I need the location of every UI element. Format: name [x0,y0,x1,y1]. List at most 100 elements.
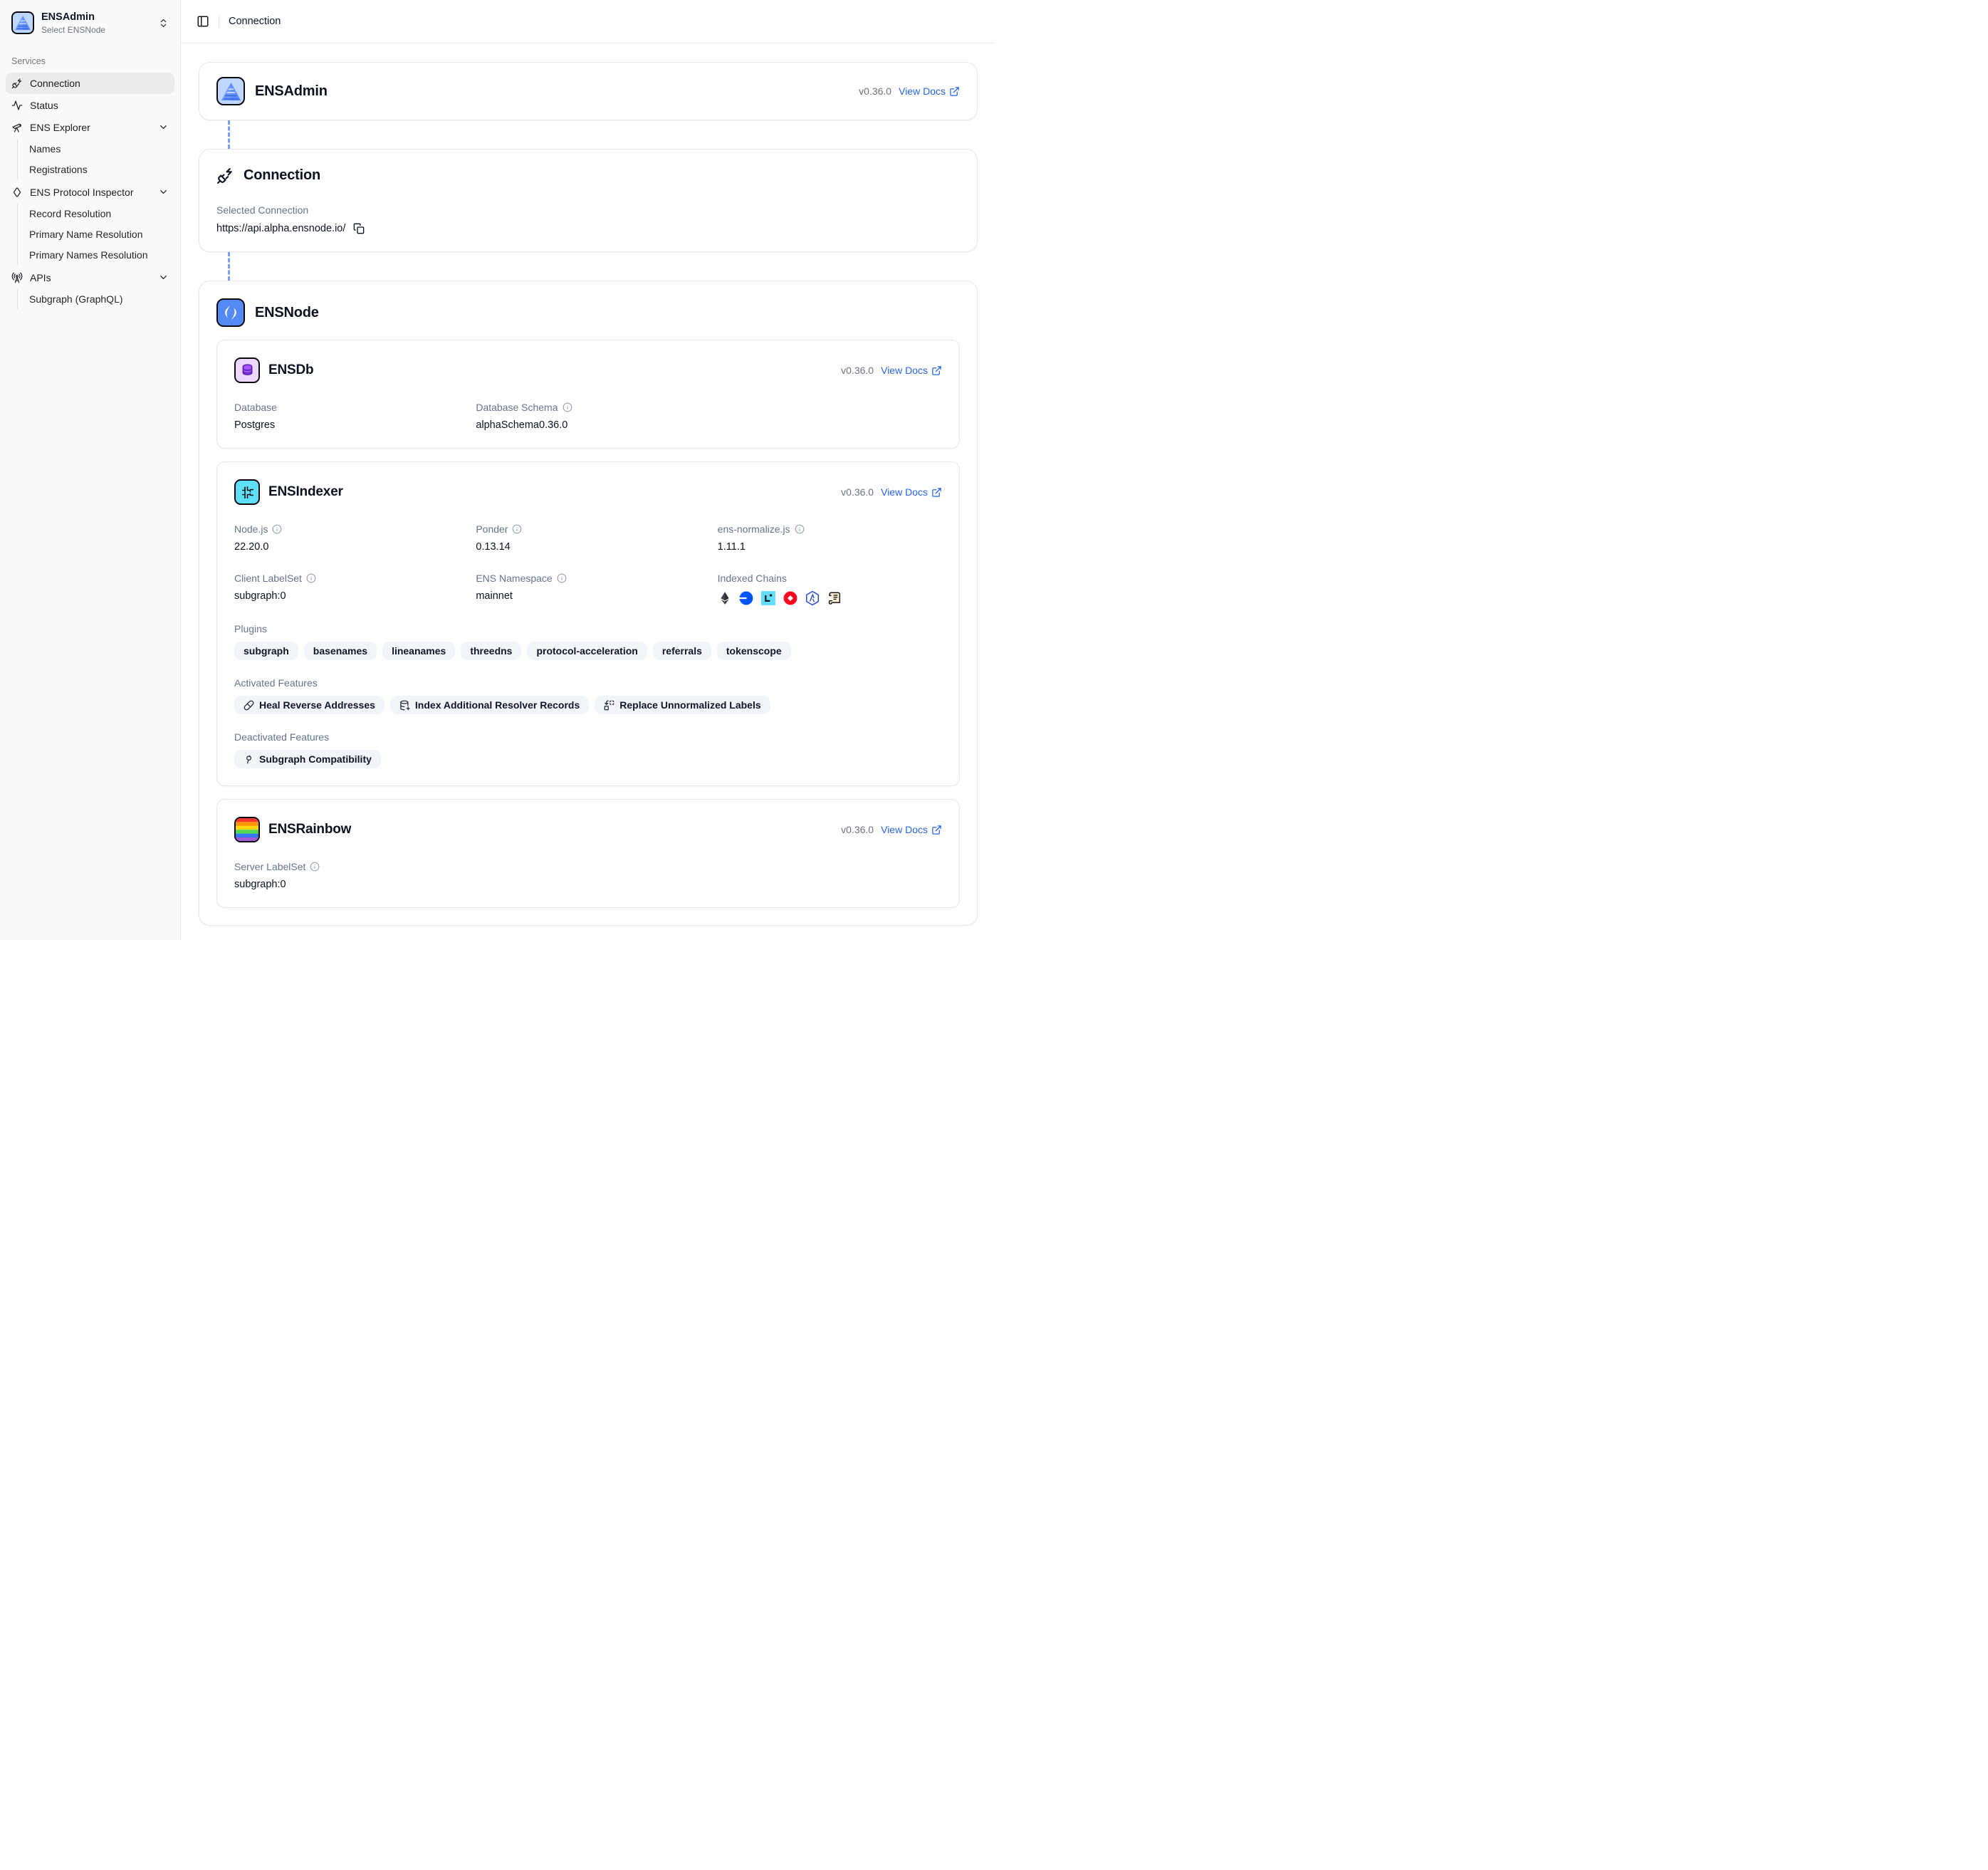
view-docs-label: View Docs [881,365,928,376]
sidebar-item-status[interactable]: Status [6,95,174,116]
activated-feature-chips: Heal Reverse AddressesIndex Additional R… [234,696,942,714]
ensdb-card: ENSDb v0.36.0 View Docs DatabasePostgres… [216,340,960,449]
chip-label: referrals [662,645,702,657]
ensdb-view-docs-link[interactable]: View Docs [881,365,942,376]
app-subtitle: Select ENSNode [41,25,105,35]
field-label: Database Schema [476,402,558,413]
ensadmin-card-title: ENSAdmin [255,83,328,100]
ensindexer-view-docs-link[interactable]: View Docs [881,486,942,498]
topbar: Connection [181,0,994,43]
ensrainbow-fields: Server LabelSetsubgraph:0 [234,861,942,890]
ensnode-selector[interactable]: ENSAdmin Select ENSNode [6,7,174,39]
info-icon[interactable] [795,524,805,534]
ensadmin-view-docs-link[interactable]: View Docs [899,85,960,97]
info-icon[interactable] [563,402,572,412]
connection-url: https://api.alpha.ensnode.io/ [216,223,345,234]
ensnode-card-title: ENSNode [255,305,319,321]
connection-card-title: Connection [244,167,320,184]
sidebar-subitem-record-resolution[interactable]: Record Resolution [18,204,174,224]
ensdb-version: v0.36.0 [841,365,874,376]
ensindexer-version: v0.36.0 [841,486,874,498]
sidebar-subitem-registrations[interactable]: Registrations [18,160,174,179]
sidebar-item-ens-explorer[interactable]: ENS Explorer [6,117,174,138]
sidebar-item-label: Status [30,100,58,111]
ensadmin-version: v0.36.0 [859,85,891,97]
ethereum-chain-icon [718,590,732,606]
field-label: Server LabelSet [234,861,305,872]
ensdb-fields: DatabasePostgresDatabase SchemaalphaSche… [234,402,942,431]
chevron-down-icon [158,122,169,132]
sidebar-item-label: APIs [30,272,51,283]
field-value: alphaSchema0.36.0 [476,419,700,431]
field-value: subgraph:0 [234,590,459,602]
activated-features-label: Activated Features [234,677,942,689]
app-title: ENSAdmin [41,11,105,23]
sidebar-item-label: Connection [30,78,80,89]
info-icon[interactable] [306,573,316,583]
sidebar-subitem-names[interactable]: Names [18,139,174,159]
dashed-connector-line [228,120,230,149]
external-link-icon [949,86,960,97]
sidebar-item-ens-protocol-inspector[interactable]: ENS Protocol Inspector [6,182,174,203]
external-link-icon [931,487,942,498]
view-docs-label: View Docs [881,486,928,498]
ensrainbow-card-title: ENSRainbow [268,822,351,837]
field-ponder: Ponder0.13.14 [476,523,700,553]
selected-connection-label: Selected Connection [216,204,960,216]
radio-tower-icon [11,272,23,283]
sidebar-subgroup-ens-explorer: NamesRegistrations [17,139,174,179]
field-client-labelset: Client LabelSet subgraph:0 [234,573,459,606]
app-identity: ENSAdmin Select ENSNode [41,11,105,35]
dashed-connector-line [228,252,230,281]
graph-node-icon [244,754,254,765]
sidebar: ENSAdmin Select ENSNode Services Connect… [0,0,181,940]
field-value: 0.13.14 [476,541,700,553]
chip-label: lineanames [392,645,446,657]
sidebar-item-label: ENS Protocol Inspector [30,187,134,198]
sidebar-item-apis[interactable]: APIs [6,267,174,288]
field-server-labelset: Server LabelSetsubgraph:0 [234,861,459,890]
deactivated-feature-chips: Subgraph Compatibility [234,750,942,768]
deactivated-feature-chip-subgraph-compatibility: Subgraph Compatibility [234,750,381,768]
chevron-down-icon [158,272,169,283]
plugin-chips: subgraphbasenameslineanamesthreednsproto… [234,642,942,660]
ens-mark-icon [11,187,23,198]
external-link-icon [931,365,942,376]
sidebar-item-label: ENS Explorer [30,122,90,133]
sidebar-subitem-primary-names-resolution[interactable]: Primary Names Resolution [18,245,174,265]
field-value: 1.11.1 [718,541,942,553]
plugin-chip-referrals: referrals [653,642,711,660]
sidebar-subitem-subgraph-graphql[interactable]: Subgraph (GraphQL) [18,289,174,309]
chip-label: tokenscope [726,645,782,657]
ensrainbow-logo-icon [234,817,260,842]
sidebar-subitem-primary-name-resolution[interactable]: Primary Name Resolution [18,224,174,244]
content: ENSAdmin v0.36.0 View Docs Conne [181,43,994,940]
info-icon[interactable] [512,524,522,534]
ensrainbow-view-docs-link[interactable]: View Docs [881,824,942,835]
copy-icon[interactable] [353,223,365,234]
pill-icon [244,700,254,711]
activated-feature-chip-index-additional-resolver-records: Index Additional Resolver Records [390,696,589,714]
ensindexer-card-title: ENSIndexer [268,484,343,500]
view-docs-label: View Docs [899,85,946,97]
ensdb-logo-icon [234,357,260,383]
ensadmin-card-logo-icon [216,77,245,105]
plugin-chip-lineanames: lineanames [382,642,455,660]
plugin-chip-protocol-acceleration: protocol-acceleration [527,642,647,660]
ensadmin-card: ENSAdmin v0.36.0 View Docs [199,62,978,120]
sidebar-subgroup-apis: Subgraph (GraphQL) [17,289,174,309]
info-icon[interactable] [557,573,567,583]
plugin-chip-threedns: threedns [461,642,521,660]
app-root: ENSAdmin Select ENSNode Services Connect… [0,0,994,940]
sidebar-toggle-button[interactable] [197,15,209,28]
info-icon[interactable] [310,862,320,872]
main-area: Connection ENSAdm [181,0,994,940]
field-ens-namespace: ENS Namespacemainnet [476,573,700,606]
field-label: Client LabelSet [234,573,302,584]
info-icon[interactable] [272,524,282,534]
plugins-label: Plugins [234,623,942,634]
sidebar-item-connection[interactable]: Connection [6,73,174,94]
arbitrum-chain-icon [805,590,820,606]
linea-chain-icon [760,590,776,606]
deactivated-features-label: Deactivated Features [234,731,942,743]
